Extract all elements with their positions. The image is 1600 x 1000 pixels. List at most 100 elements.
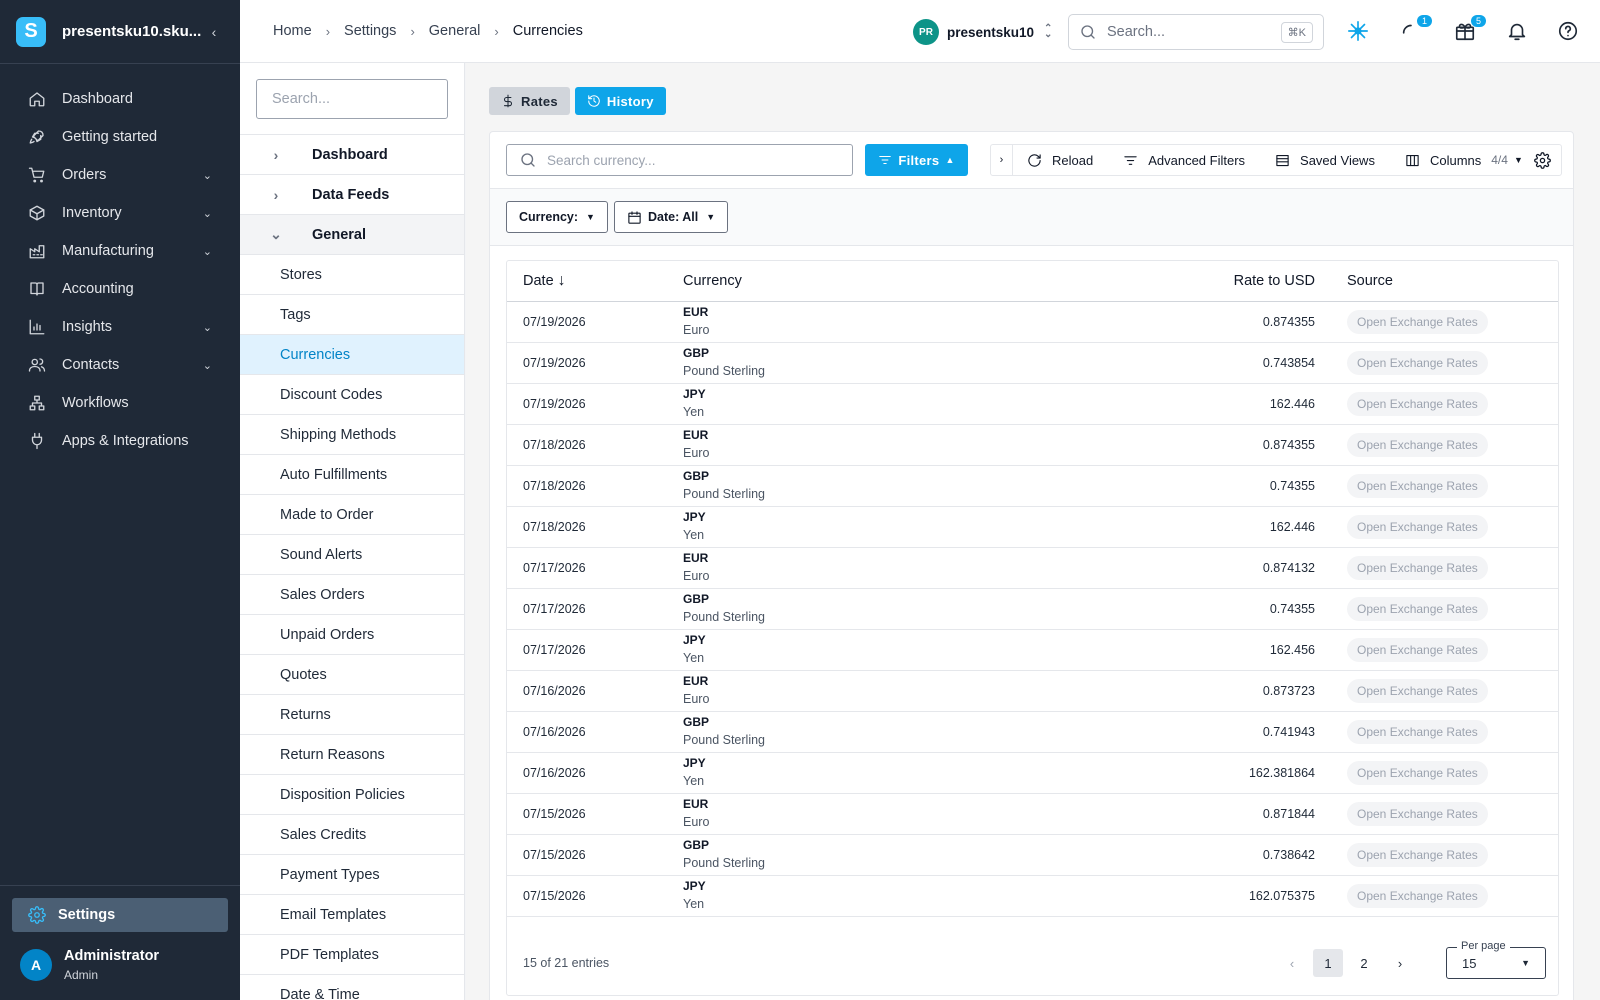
saved-views-button[interactable]: Saved Views: [1275, 153, 1375, 168]
settings-item-return-reasons[interactable]: Return Reasons: [240, 734, 464, 774]
settings-item-tags[interactable]: Tags: [240, 294, 464, 334]
settings-search-input[interactable]: Search...: [256, 79, 448, 119]
toolbar-expand-icon[interactable]: ›: [991, 145, 1013, 175]
table-row[interactable]: 07/19/2026 EUR Euro 0.874355 Open Exchange R…: [507, 301, 1558, 343]
settings-item-stores[interactable]: Stores: [240, 254, 464, 294]
cell-rate: 162.446: [1127, 383, 1331, 425]
table-row[interactable]: 07/16/2026 EUR Euro 0.873723 Open Exchange R…: [507, 670, 1558, 712]
table-settings-icon[interactable]: [1534, 151, 1551, 169]
reload-button[interactable]: Reload: [1027, 153, 1093, 168]
per-page-select[interactable]: Per page 15 ▼: [1446, 940, 1546, 979]
table-row[interactable]: 07/17/2026 GBP Pound Sterling 0.74355 Open E…: [507, 588, 1558, 630]
settings-group-data-feeds[interactable]: › Data Feeds: [240, 174, 464, 214]
chevron-down-icon[interactable]: ⌄: [203, 321, 212, 334]
advanced-filters-button[interactable]: Advanced Filters: [1123, 153, 1245, 168]
table-row[interactable]: 07/15/2026 JPY Yen 162.075375 Open Exchange …: [507, 875, 1558, 917]
table-row[interactable]: 07/19/2026 GBP Pound Sterling 0.743854 Open …: [507, 342, 1558, 384]
chevron-down-icon[interactable]: ⌄: [203, 169, 212, 182]
breadcrumb-general[interactable]: General: [429, 23, 481, 39]
app-logo[interactable]: S: [16, 16, 46, 47]
chevron-down-icon[interactable]: ⌄: [203, 245, 212, 258]
page-button-2[interactable]: 2: [1349, 949, 1379, 977]
global-search[interactable]: Search... ⌘K: [1068, 14, 1324, 50]
settings-item-returns[interactable]: Returns: [240, 694, 464, 734]
date-filter-chip[interactable]: Date: All ▼: [614, 201, 729, 233]
settings-item-quotes[interactable]: Quotes: [240, 654, 464, 694]
table-row[interactable]: 07/15/2026 GBP Pound Sterling 0.738642 Open …: [507, 834, 1558, 876]
sidebar-item-manufacturing[interactable]: Manufacturing ⌄: [0, 232, 240, 270]
breadcrumb-settings[interactable]: Settings: [344, 23, 396, 39]
column-header-source[interactable]: Source: [1331, 261, 1558, 302]
settings-item-sound-alerts[interactable]: Sound Alerts: [240, 534, 464, 574]
breadcrumb-home[interactable]: Home: [273, 23, 312, 39]
sidebar-item-workflows[interactable]: Workflows: [0, 384, 240, 422]
sidebar-item-settings[interactable]: Settings: [12, 898, 228, 932]
dollar-icon: [501, 94, 515, 108]
table-row[interactable]: 07/18/2026 GBP Pound Sterling 0.74355 Open E…: [507, 465, 1558, 507]
settings-group-dashboard[interactable]: › Dashboard: [240, 134, 464, 174]
settings-item-shipping-methods[interactable]: Shipping Methods: [240, 414, 464, 454]
sidebar-item-dashboard[interactable]: Dashboard: [0, 80, 240, 118]
snowflake-icon[interactable]: [1347, 20, 1369, 45]
settings-item-currencies[interactable]: Currencies: [240, 334, 464, 374]
table-row[interactable]: 07/18/2026 EUR Euro 0.874355 Open Exchange R…: [507, 424, 1558, 466]
cell-source: Open Exchange Rates: [1331, 670, 1558, 712]
table-row[interactable]: 07/15/2026 EUR Euro 0.871844 Open Exchange R…: [507, 793, 1558, 835]
settings-item-payment-types[interactable]: Payment Types: [240, 854, 464, 894]
table-row[interactable]: 07/17/2026 JPY Yen 162.456 Open Exchange Rat…: [507, 629, 1558, 671]
table-row[interactable]: 07/16/2026 JPY Yen 162.381864 Open Exchange …: [507, 752, 1558, 794]
table-row[interactable]: 07/17/2026 EUR Euro 0.874132 Open Exchange R…: [507, 547, 1558, 589]
sidebar-item-orders[interactable]: Orders ⌄: [0, 156, 240, 194]
sidebar-item-contacts[interactable]: Contacts ⌄: [0, 346, 240, 384]
sidebar-nav: Dashboard Getting started Orders ⌄ Inventory…: [0, 64, 240, 460]
cell-currency: GBP Pound Sterling: [667, 465, 1127, 507]
columns-count: 4/4: [1491, 153, 1508, 167]
cell-date: 07/18/2026: [507, 465, 667, 507]
activity-icon[interactable]: 1: [1400, 15, 1432, 45]
collapse-sidebar-icon[interactable]: ‹: [204, 24, 224, 40]
history-toggle-button[interactable]: History: [574, 87, 666, 115]
sidebar-item-inventory[interactable]: Inventory ⌄: [0, 194, 240, 232]
currency-code: GBP: [683, 838, 710, 852]
bell-icon[interactable]: [1506, 20, 1528, 45]
table-row[interactable]: 07/16/2026 GBP Pound Sterling 0.741943 Open …: [507, 711, 1558, 753]
settings-item-pdf-templates[interactable]: PDF Templates: [240, 934, 464, 974]
settings-item-date-time[interactable]: Date & Time: [240, 974, 464, 1000]
sidebar-item-insights[interactable]: Insights ⌄: [0, 308, 240, 346]
filters-button[interactable]: Filters ▲: [865, 144, 968, 176]
page-button-1[interactable]: 1: [1313, 949, 1343, 977]
settings-item-discount-codes[interactable]: Discount Codes: [240, 374, 464, 414]
settings-group-general[interactable]: ⌄ General: [240, 214, 464, 254]
currency-filter-chip[interactable]: Currency: ▼: [506, 201, 608, 233]
org-name[interactable]: presentsku10.sku...: [62, 23, 204, 40]
sidebar-item-getting-started[interactable]: Getting started: [0, 118, 240, 156]
settings-item-unpaid-orders[interactable]: Unpaid Orders: [240, 614, 464, 654]
column-header-currency[interactable]: Currency: [667, 261, 1127, 302]
account-switcher[interactable]: PR presentsku10 ⌃ ⌄: [913, 19, 1052, 45]
currency-search-input[interactable]: Search currency...: [506, 144, 853, 176]
chevron-down-icon[interactable]: ⌄: [203, 359, 212, 372]
columns-button[interactable]: Columns 4/4 ▼: [1405, 153, 1523, 168]
next-page-button[interactable]: ›: [1385, 949, 1415, 977]
gift-icon[interactable]: 5: [1454, 15, 1486, 45]
settings-item-auto-fulfillments[interactable]: Auto Fulfillments: [240, 454, 464, 494]
table-row[interactable]: 07/18/2026 JPY Yen 162.446 Open Exchange Rat…: [507, 506, 1558, 548]
source-chip: Open Exchange Rates: [1347, 801, 1488, 826]
sidebar-item-accounting[interactable]: Accounting: [0, 270, 240, 308]
rates-toggle-button[interactable]: Rates: [489, 87, 570, 115]
settings-item-sales-orders[interactable]: Sales Orders: [240, 574, 464, 614]
settings-item-disposition-policies[interactable]: Disposition Policies: [240, 774, 464, 814]
user-profile[interactable]: A Administrator Admin: [0, 932, 240, 1000]
settings-item-sales-credits[interactable]: Sales Credits: [240, 814, 464, 854]
chevron-down-icon[interactable]: ⌄: [203, 207, 212, 220]
column-header-rate[interactable]: Rate to USD: [1127, 261, 1331, 302]
global-search-input[interactable]: Search...: [1107, 24, 1281, 40]
prev-page-button[interactable]: ‹: [1277, 949, 1307, 977]
settings-item-email-templates[interactable]: Email Templates: [240, 894, 464, 934]
help-icon[interactable]: [1557, 20, 1579, 45]
currency-name: Pound Sterling: [683, 733, 766, 747]
table-row[interactable]: 07/19/2026 JPY Yen 162.446 Open Exchange Rat…: [507, 383, 1558, 425]
settings-item-made-to-order[interactable]: Made to Order: [240, 494, 464, 534]
sidebar-item-apps-integrations[interactable]: Apps & Integrations: [0, 422, 240, 460]
column-header-date[interactable]: Date ↓: [507, 261, 667, 302]
